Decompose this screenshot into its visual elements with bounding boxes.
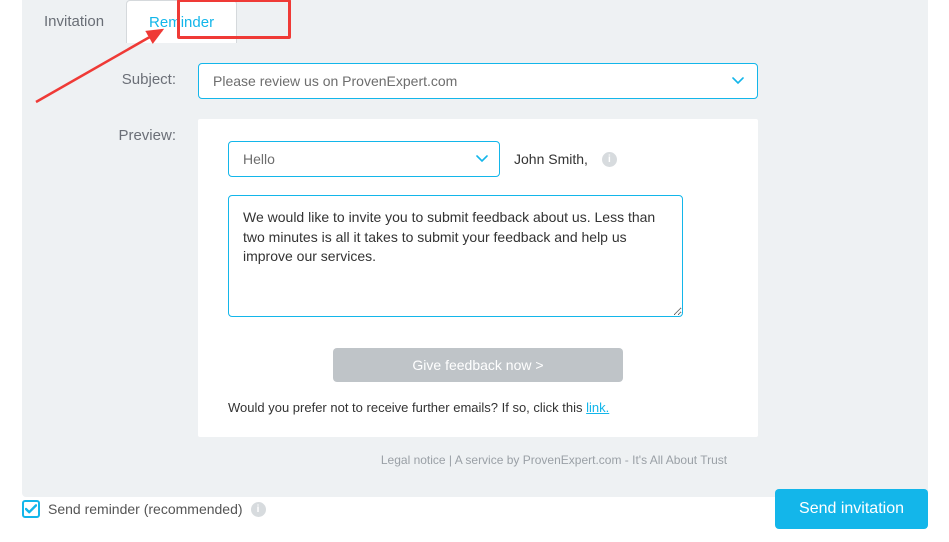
greeting-row: Hello John Smith, i	[228, 141, 728, 177]
settings-panel: Invitation Reminder Subject: Please revi…	[22, 0, 928, 497]
greeting-select[interactable]: Hello	[228, 141, 500, 177]
opt-out-link[interactable]: link.	[586, 400, 609, 415]
message-body-textarea[interactable]	[228, 195, 683, 317]
subject-select[interactable]: Please review us on ProvenExpert.com	[198, 63, 758, 99]
tab-invitation[interactable]: Invitation	[22, 0, 126, 43]
footer-note: Legal notice | A service by ProvenExpert…	[198, 453, 910, 467]
info-icon[interactable]: i	[602, 152, 617, 167]
opt-out-text: Would you prefer not to receive further …	[228, 400, 728, 415]
send-reminder-checkbox[interactable]	[22, 500, 40, 518]
form-area: Subject: Please review us on ProvenExper…	[22, 43, 928, 467]
subject-label: Subject:	[40, 63, 198, 99]
tab-reminder[interactable]: Reminder	[126, 0, 237, 43]
tabs: Invitation Reminder	[22, 0, 928, 43]
send-reminder-option: Send reminder (recommended) i	[22, 500, 266, 518]
opt-out-prefix: Would you prefer not to receive further …	[228, 400, 586, 415]
send-reminder-label: Send reminder (recommended)	[48, 501, 243, 517]
preview-row: Preview: Hello John Smith, i	[40, 119, 910, 467]
info-icon[interactable]: i	[251, 502, 266, 517]
greeting-select-wrap: Hello	[228, 141, 500, 177]
preview-card: Hello John Smith, i Give feedback now > …	[198, 119, 758, 437]
preview-label: Preview:	[40, 119, 198, 467]
bottom-bar: Send reminder (recommended) i Send invit…	[22, 489, 928, 529]
give-feedback-button[interactable]: Give feedback now >	[333, 348, 623, 382]
recipient-name: John Smith,	[514, 151, 588, 167]
subject-row: Subject: Please review us on ProvenExper…	[40, 63, 910, 99]
subject-select-wrap: Please review us on ProvenExpert.com	[198, 63, 758, 99]
send-invitation-button[interactable]: Send invitation	[775, 489, 928, 529]
